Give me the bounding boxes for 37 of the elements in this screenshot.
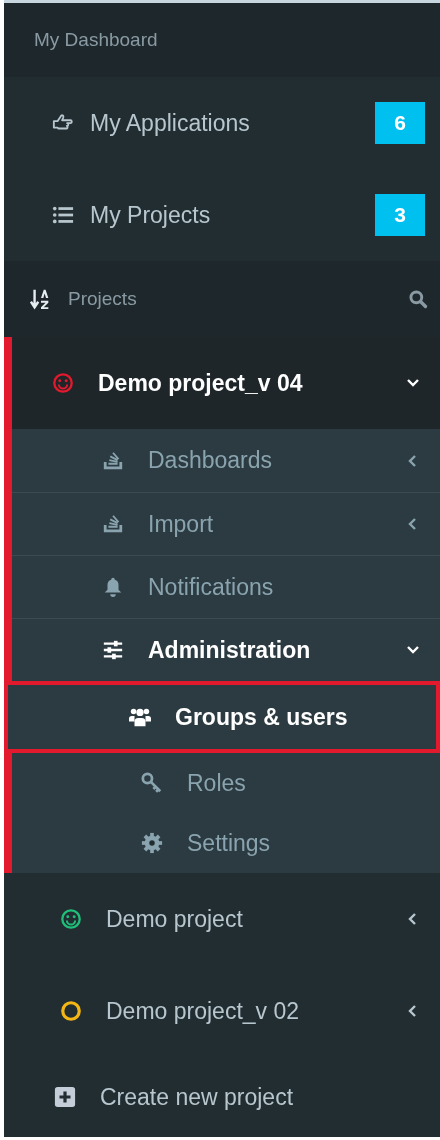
- item-label: Roles: [187, 768, 246, 798]
- project-item[interactable]: Demo project_v 02: [12, 965, 440, 1057]
- search-icon[interactable]: [408, 289, 428, 309]
- item-label: Notifications: [148, 572, 274, 602]
- sidebar-item[interactable]: My Projects 3: [4, 169, 440, 261]
- count-badge: 3: [375, 194, 425, 236]
- submenu-item[interactable]: Settings: [12, 813, 440, 873]
- item-label: My Projects: [90, 200, 211, 230]
- item-label: My Applications: [90, 108, 250, 138]
- submenu-item[interactable]: Import: [12, 492, 440, 555]
- create-project-link[interactable]: Create new project: [4, 1057, 440, 1137]
- project-item[interactable]: Demo project_v 04: [12, 337, 440, 429]
- list-icon: [52, 204, 74, 226]
- tray-icon: [102, 513, 124, 535]
- count-badge: 6: [375, 102, 425, 144]
- submenu-item[interactable]: Dashboards: [12, 429, 440, 492]
- key-icon: [141, 772, 163, 794]
- item-label: Create new project: [100, 1082, 294, 1112]
- project-name: Demo project_v 04: [98, 368, 303, 398]
- sliders-icon: [102, 639, 124, 661]
- project-item[interactable]: Demo project: [12, 873, 440, 965]
- project-name: Demo project_v 02: [106, 996, 300, 1026]
- project-name: Demo project: [106, 904, 243, 934]
- section-title: My Dashboard: [34, 27, 158, 52]
- section-title: Projects: [68, 286, 137, 311]
- submenu-item[interactable]: Notifications: [12, 555, 440, 618]
- bell-icon: [102, 576, 124, 598]
- tray-icon: [102, 449, 124, 472]
- item-label: Groups & users: [175, 702, 348, 732]
- sidebar-item[interactable]: My Applications 6: [4, 77, 440, 169]
- item-label: Settings: [187, 828, 271, 858]
- item-label: Import: [148, 509, 214, 539]
- item-label: Dashboards: [148, 446, 273, 476]
- item-label: Administration: [148, 635, 311, 665]
- submenu-item[interactable]: Roles: [12, 753, 440, 813]
- users-icon: [129, 706, 151, 728]
- plus-square-icon: [54, 1086, 76, 1108]
